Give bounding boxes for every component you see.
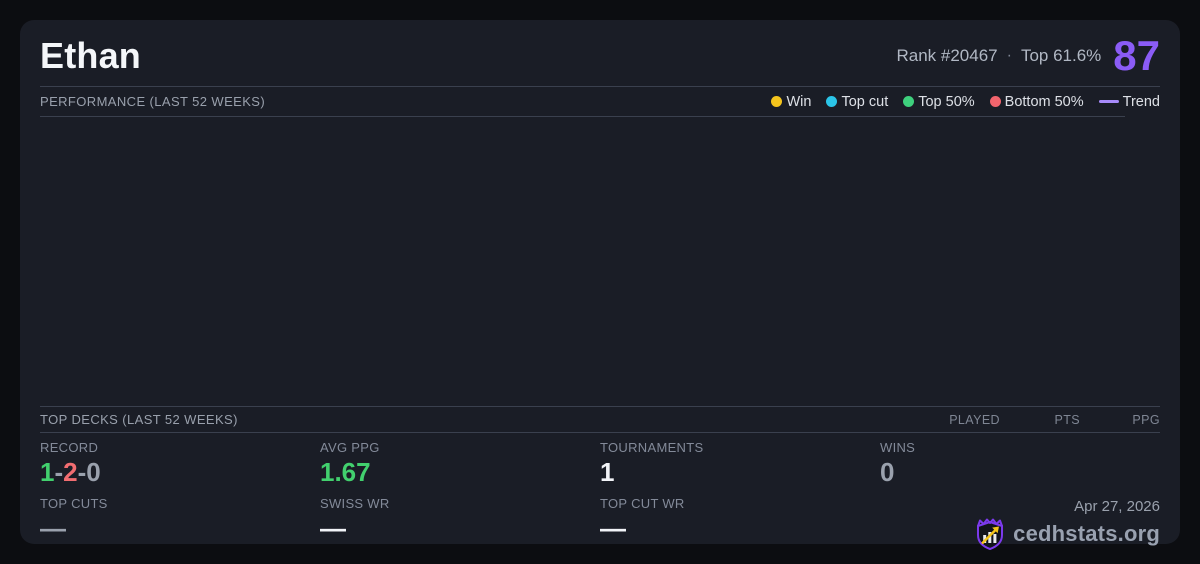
performance-chart-area <box>40 117 1160 406</box>
legend-item-top-50: Top 50% <box>903 93 975 110</box>
top-decks-section-title: TOP DECKS (LAST 52 WEEKS) <box>40 412 238 427</box>
top-50-dot-icon <box>903 96 915 107</box>
stat-label: TOP CUT WR <box>600 496 685 511</box>
stat-record: RECORD 1-2-0 <box>40 440 320 488</box>
top-cut-wr-value: — <box>600 513 626 543</box>
record-separator: - <box>54 457 64 487</box>
top-decks-columns: PLAYED PTS PPG <box>920 413 1160 427</box>
stat-tournaments: TOURNAMENTS 1 <box>600 440 880 488</box>
legend-item-trend: Trend <box>1098 93 1160 110</box>
card-footer: Apr 27, 2026 cedhstats.org <box>880 496 1160 550</box>
cedhstats-shield-logo-icon <box>977 518 1004 550</box>
stats-grid: RECORD 1-2-0 AVG PPG 1.67 TOURNAMENTS 1 … <box>40 433 1160 550</box>
card-header: Ethan Rank #20467 · Top 61.6% 87 <box>40 20 1160 86</box>
record-draws: 0 <box>86 457 101 487</box>
column-header-pts: PTS <box>1054 412 1080 427</box>
trend-line-icon <box>1098 100 1119 103</box>
swiss-wr-value: — <box>320 513 346 543</box>
stat-top-cut-wr: TOP CUT WR — <box>600 496 880 550</box>
avg-ppg-value: 1.67 <box>320 457 371 487</box>
rank-label: Rank #20467 <box>896 46 998 65</box>
top-percent-label: Top 61.6% <box>1020 46 1102 65</box>
stat-label: AVG PPG <box>320 440 380 455</box>
stat-label: SWISS WR <box>320 496 390 511</box>
stat-avg-ppg: AVG PPG 1.67 <box>320 440 600 488</box>
performance-section-title: PERFORMANCE (LAST 52 WEEKS) <box>40 94 266 109</box>
legend-label: Top cut <box>841 93 889 110</box>
stat-label: TOURNAMENTS <box>600 440 704 455</box>
player-name: Ethan <box>40 35 142 76</box>
rank-summary: Rank #20467 · Top 61.6% 87 <box>896 35 1160 77</box>
column-header-played: PLAYED <box>949 412 1000 427</box>
column-header-ppg: PPG <box>1132 412 1160 427</box>
player-stats-card: Ethan Rank #20467 · Top 61.6% 87 PERFORM… <box>20 20 1180 550</box>
legend-item-top-cut: Top cut <box>826 94 888 110</box>
stat-label: TOP CUTS <box>40 496 108 511</box>
brand-text: cedhstats.org <box>1013 521 1160 546</box>
brand[interactable]: cedhstats.org <box>975 518 1160 550</box>
stat-wins: WINS 0 <box>880 440 1160 488</box>
wins-value: 0 <box>880 457 895 487</box>
legend-item-win: Win <box>771 94 811 110</box>
stat-label: WINS <box>880 440 916 455</box>
rank-text: Rank #20467 · Top 61.6% <box>896 46 1101 66</box>
bottom-50-dot-icon <box>989 96 1001 107</box>
stat-top-cuts: TOP CUTS — <box>40 496 320 550</box>
score-badge: 87 <box>1113 32 1160 79</box>
win-dot-icon <box>771 96 783 107</box>
top-cuts-value: — <box>40 513 66 543</box>
date-label: Apr 27, 2026 <box>1074 498 1160 515</box>
legend-item-bottom-50: Bottom 50% <box>989 93 1084 110</box>
stat-swiss-wr: SWISS WR — <box>320 496 600 550</box>
chart-legend: Win Top cut Top 50% Bottom 50% Trend <box>771 94 1160 110</box>
legend-label: Win <box>786 93 812 110</box>
legend-label: Trend <box>1122 93 1160 110</box>
record-value: 1-2-0 <box>40 457 320 488</box>
legend-label: Top 50% <box>918 93 975 110</box>
rank-separator: · <box>1006 47 1012 64</box>
tournaments-value: 1 <box>600 457 615 487</box>
record-wins: 1 <box>40 457 55 487</box>
record-losses: 2 <box>63 457 78 487</box>
legend-label: Bottom 50% <box>1004 93 1084 110</box>
stat-label: RECORD <box>40 440 99 455</box>
top-decks-header: TOP DECKS (LAST 52 WEEKS) PLAYED PTS PPG <box>40 406 1160 433</box>
top-cut-dot-icon <box>826 96 838 107</box>
performance-header: PERFORMANCE (LAST 52 WEEKS) Win Top cut … <box>40 86 1160 116</box>
record-separator: - <box>77 457 87 487</box>
